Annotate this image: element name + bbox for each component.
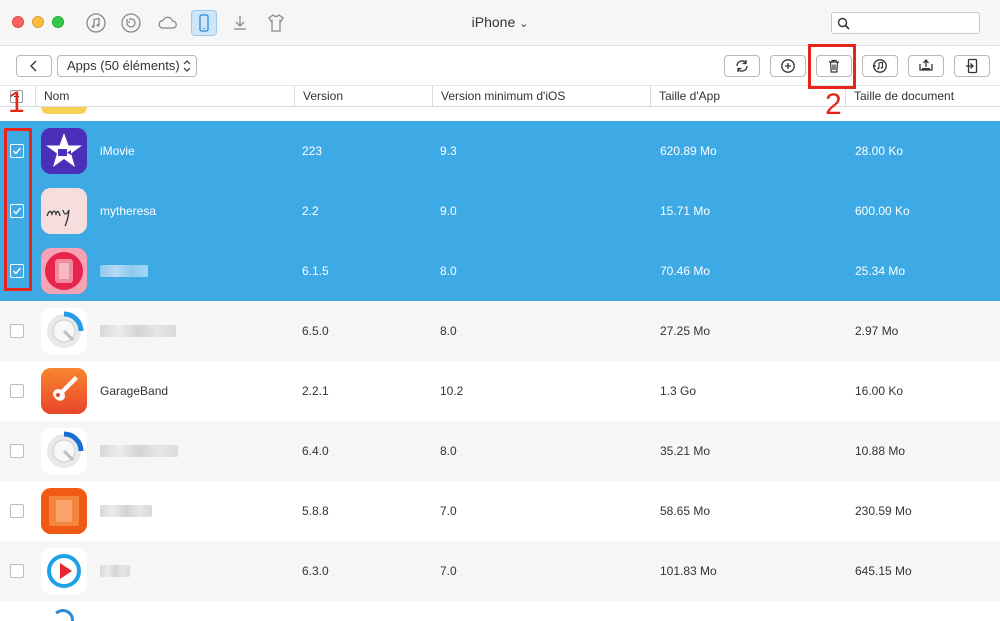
- column-header-doc-size[interactable]: Taille de document: [845, 86, 1000, 107]
- app-min-ios: 9.3: [440, 144, 457, 158]
- doc-size: 600.00 Ko: [855, 204, 910, 218]
- mytheresa-icon: [41, 188, 87, 234]
- table-row[interactable]: 6.3.0 7.0 101.83 Mo 645.15 Mo: [0, 541, 1000, 601]
- app-list: iMovie 223 9.3 620.89 Mo 28.00 Ko myther…: [0, 107, 1000, 621]
- pink-app-icon: [41, 248, 87, 294]
- app-version: 6.5.0: [302, 324, 329, 338]
- app-name-redacted: [100, 505, 152, 517]
- doc-size: 230.59 Mo: [855, 504, 912, 518]
- table-row-partial[interactable]: [0, 107, 1000, 121]
- timer-app-icon: [41, 428, 87, 474]
- app-icon-partial: [52, 609, 74, 621]
- table-row[interactable]: 5.8.8 7.0 58.65 Mo 230.59 Mo: [0, 481, 1000, 541]
- annotation-number-two: 2: [825, 88, 842, 121]
- window-title-text: iPhone: [471, 14, 516, 30]
- title-bar: iPhone ⌄: [0, 0, 1000, 46]
- doc-size: 16.00 Ko: [855, 384, 904, 398]
- annotation-box-delete: [808, 44, 856, 89]
- table-row[interactable]: iMovie 223 9.3 620.89 Mo 28.00 Ko: [0, 121, 1000, 181]
- row-checkbox[interactable]: [10, 564, 24, 578]
- doc-size: 2.97 Mo: [855, 324, 899, 338]
- annotation-box-checkboxes: [4, 128, 32, 291]
- app-size: 101.83 Mo: [660, 564, 717, 578]
- app-min-ios: 8.0: [440, 444, 457, 458]
- table-row[interactable]: 6.4.0 8.0 35.21 Mo 10.88 Mo: [0, 421, 1000, 481]
- doc-size: 25.34 Mo: [855, 264, 906, 278]
- app-name-redacted: [100, 265, 148, 277]
- search-box[interactable]: [831, 12, 980, 34]
- refresh-icon: [736, 60, 748, 72]
- search-icon: [837, 17, 850, 30]
- itunes-icon: [873, 59, 887, 73]
- garageband-icon: [41, 368, 87, 414]
- column-header-name[interactable]: Nom: [35, 86, 294, 107]
- row-checkbox[interactable]: [10, 444, 24, 458]
- table-row[interactable]: 6.5.0 8.0 27.25 Mo 2.97 Mo: [0, 301, 1000, 361]
- app-size: 27.25 Mo: [660, 324, 711, 338]
- app-min-ios: 8.0: [440, 324, 457, 338]
- app-min-ios: 8.0: [440, 264, 457, 278]
- app-name: iMovie: [100, 144, 135, 158]
- app-size: 1.3 Go: [660, 384, 697, 398]
- app-min-ios: 9.0: [440, 204, 457, 218]
- row-checkbox[interactable]: [10, 324, 24, 338]
- export-to-computer-button[interactable]: [908, 55, 944, 77]
- refresh-button[interactable]: [724, 55, 760, 77]
- doc-size: 28.00 Ko: [855, 144, 904, 158]
- back-button[interactable]: [16, 55, 52, 77]
- app-size: 58.65 Mo: [660, 504, 711, 518]
- app-name-redacted: [100, 325, 176, 337]
- imovie-icon: [41, 128, 87, 174]
- app-version: 5.8.8: [302, 504, 329, 518]
- search-input[interactable]: [854, 15, 974, 31]
- app-name-redacted: [100, 565, 130, 577]
- app-version: 6.1.5: [302, 264, 329, 278]
- table-row[interactable]: GarageBand 2.2.1 10.2 1.3 Go 16.00 Ko: [0, 361, 1000, 421]
- app-min-ios: 7.0: [440, 564, 457, 578]
- row-checkbox[interactable]: [10, 504, 24, 518]
- chevron-left-icon: [30, 60, 37, 72]
- column-header-min-ios[interactable]: Version minimum d'iOS: [432, 86, 650, 107]
- timer-app-icon: [41, 308, 87, 354]
- app-icon-partial: [41, 107, 87, 114]
- column-header-version[interactable]: Version: [294, 86, 432, 107]
- to-computer-icon: [919, 58, 933, 71]
- doc-size: 10.88 Mo: [855, 444, 906, 458]
- orange-app-icon: [41, 488, 87, 534]
- doc-size: 645.15 Mo: [855, 564, 912, 578]
- app-size: 15.71 Mo: [660, 204, 711, 218]
- table-header: Nom Version Version minimum d'iOS Taille…: [0, 86, 1000, 107]
- row-checkbox[interactable]: [10, 384, 24, 398]
- app-min-ios: 10.2: [440, 384, 464, 398]
- chevron-down-icon: ⌄: [519, 18, 529, 30]
- annotation-number-one: 1: [8, 86, 25, 119]
- add-icon: [781, 59, 795, 73]
- export-to-device-button[interactable]: [954, 55, 990, 77]
- app-size: 70.46 Mo: [660, 264, 711, 278]
- app-name: mytheresa: [100, 204, 157, 218]
- app-size: 35.21 Mo: [660, 444, 711, 458]
- apps-category-select[interactable]: Apps (50 éléments): [57, 55, 197, 77]
- app-version: 2.2.1: [302, 384, 329, 398]
- add-button[interactable]: [770, 55, 806, 77]
- app-version: 6.3.0: [302, 564, 329, 578]
- play-app-icon: [41, 548, 87, 594]
- select-arrows-icon: [183, 60, 191, 72]
- app-size: 620.89 Mo: [660, 144, 717, 158]
- table-row[interactable]: mytheresa 2.2 9.0 15.71 Mo 600.00 Ko: [0, 181, 1000, 241]
- table-row[interactable]: 6.1.5 8.0 70.46 Mo 25.34 Mo: [0, 241, 1000, 301]
- to-device-icon: [966, 58, 978, 74]
- app-min-ios: 7.0: [440, 504, 457, 518]
- column-header-app-size[interactable]: Taille d'App: [650, 86, 845, 107]
- app-version: 6.4.0: [302, 444, 329, 458]
- table-row-partial[interactable]: [0, 601, 1000, 621]
- app-name-redacted: [100, 445, 178, 457]
- app-version: 223: [302, 144, 323, 158]
- itunes-button[interactable]: [862, 55, 898, 77]
- app-version: 2.2: [302, 204, 319, 218]
- apps-select-label: Apps (50 éléments): [67, 58, 180, 73]
- app-name: GarageBand: [100, 384, 169, 398]
